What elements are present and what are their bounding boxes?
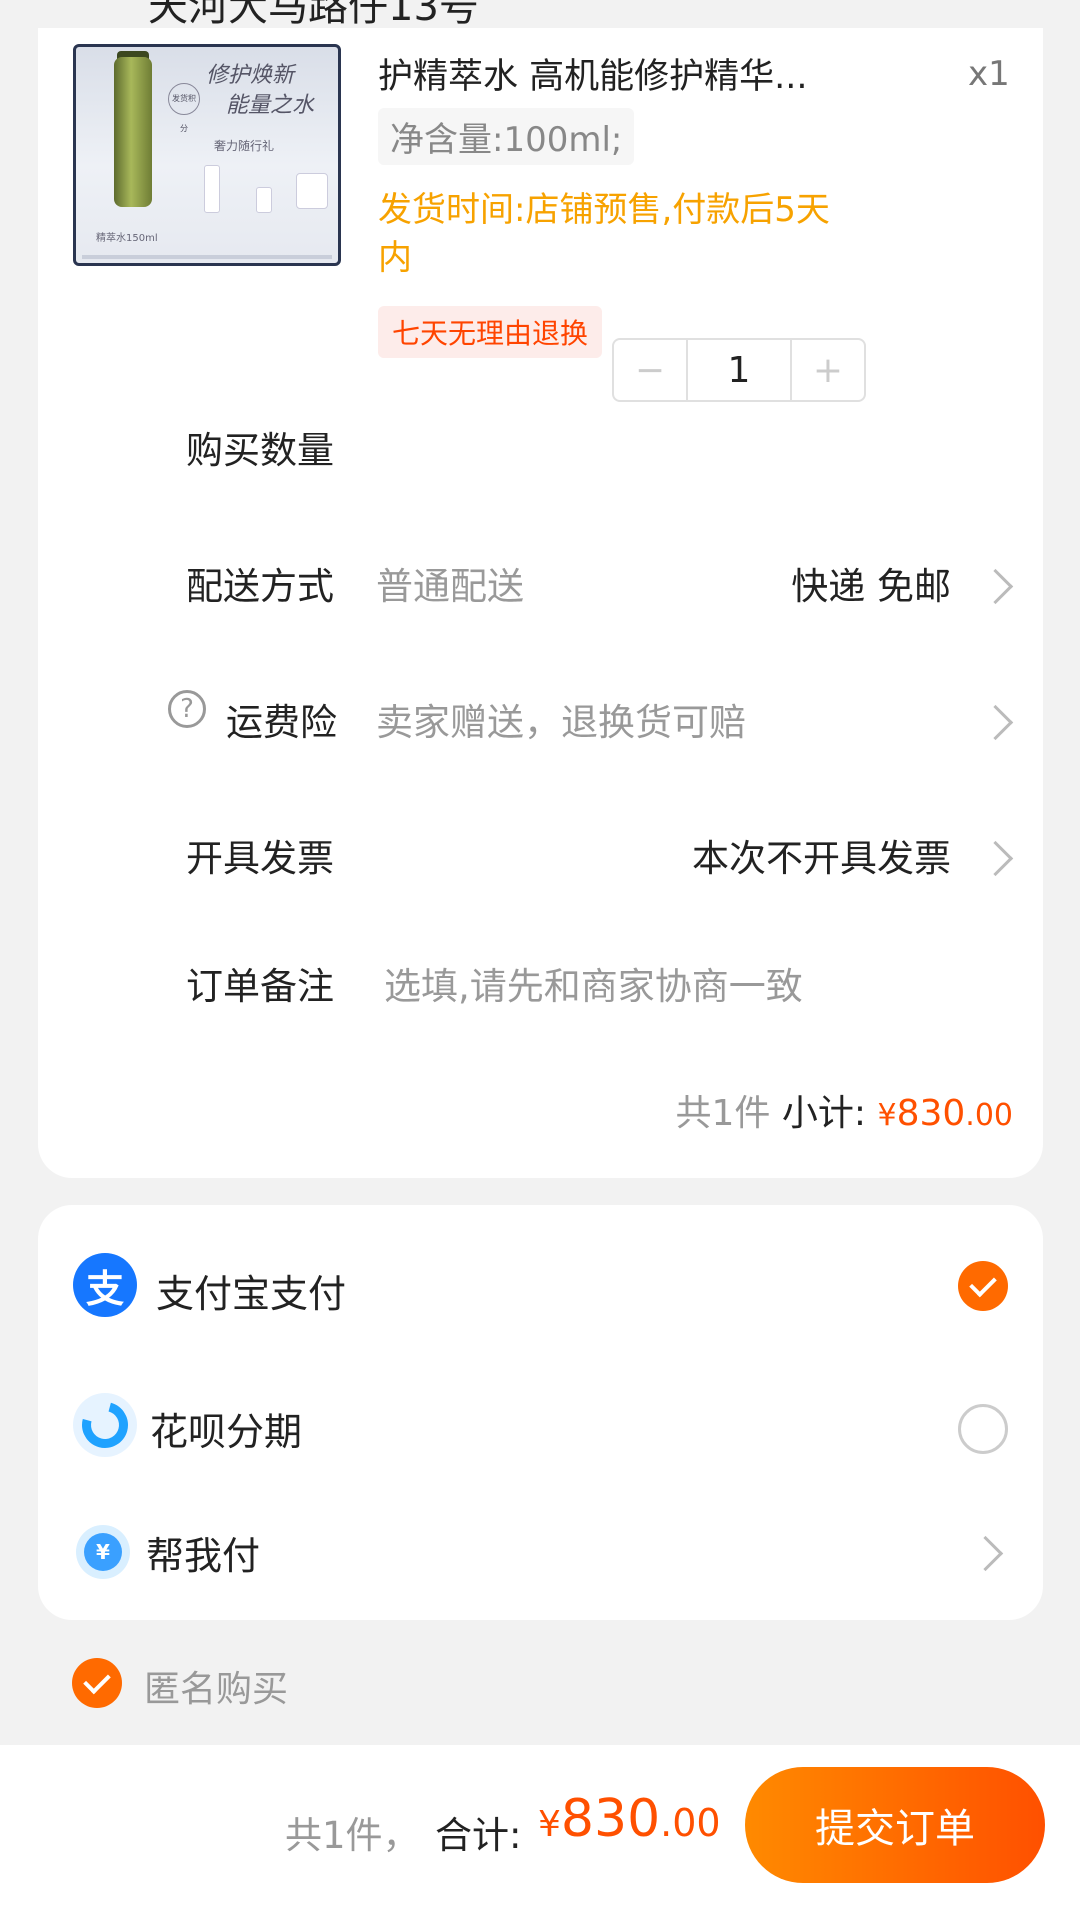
anonymous-label[interactable]: 匿名购买 xyxy=(144,1660,288,1712)
increment-button[interactable]: + xyxy=(792,340,864,400)
help-pay-icon: ¥ xyxy=(76,1525,130,1579)
product-quantity: x1 xyxy=(968,54,1010,94)
alipay-icon: 支 xyxy=(73,1253,137,1317)
order-card: 发货积分 修护焕新 能量之水 奢力随行礼 精萃水150ml 护精萃水 高机能修护… xyxy=(38,28,1043,1178)
note-label: 订单备注 xyxy=(186,965,334,1008)
total-count: 共1件， xyxy=(285,1814,420,1857)
helppay-label: 帮我付 xyxy=(146,1534,261,1578)
chevron-right-icon xyxy=(977,840,1014,877)
help-icon[interactable]: ? xyxy=(168,690,206,728)
product-title[interactable]: 护精萃水 高机能修护精华... xyxy=(378,48,898,99)
chevron-right-icon xyxy=(967,1535,1004,1572)
delivery-value: 普通配送 xyxy=(376,565,524,608)
return-policy-tag: 七天无理由退换 xyxy=(378,306,603,358)
chevron-right-icon xyxy=(977,704,1014,741)
payment-card: 支 支付宝支付 花呗分期 ¥ 帮我付 xyxy=(38,1205,1043,1620)
huabei-ring-shape xyxy=(73,1393,137,1457)
delivery-label: 配送方式 xyxy=(186,565,334,608)
image-gift-label: 奢力随行礼 xyxy=(214,139,275,153)
total-cents: .00 xyxy=(660,1801,721,1845)
bottle-shape xyxy=(114,57,152,207)
subtotal-int: 830 xyxy=(896,1093,966,1134)
submit-order-button[interactable]: 提交订单 xyxy=(745,1767,1045,1883)
invoice-label: 开具发票 xyxy=(186,837,334,880)
total-amount: ¥830.00 xyxy=(538,1789,721,1849)
image-badge: 发货积分 xyxy=(168,83,200,133)
subtotal-amount: ¥830.00 xyxy=(877,1093,1013,1134)
image-slogan-1: 修护焕新 xyxy=(206,63,295,88)
huabei-label: 花呗分期 xyxy=(150,1410,303,1454)
yen-icon: ¥ xyxy=(84,1533,122,1571)
order-note-input[interactable]: 选填,请先和商家协商一致 xyxy=(384,956,803,1010)
quantity-value[interactable]: 1 xyxy=(686,340,792,400)
image-fineprint xyxy=(82,255,332,259)
mini-product-3 xyxy=(296,173,328,209)
product-image[interactable]: 发货积分 修护焕新 能量之水 奢力随行礼 精萃水150ml xyxy=(73,44,341,266)
ship-time-notice: 发货时间:店铺预售,付款后5天内 xyxy=(378,190,830,278)
order-confirm-page: 天河大马路仔13号 发货积分 修护焕新 能量之水 奢力随行礼 精萃水150ml … xyxy=(0,0,1080,1905)
total-label: 合计: xyxy=(435,1814,522,1857)
anonymous-checkbox[interactable] xyxy=(72,1658,122,1708)
huabei-radio[interactable] xyxy=(958,1404,1008,1454)
delivery-fee: 快递 免邮 xyxy=(791,565,951,608)
subtotal-cents: .00 xyxy=(965,1098,1013,1133)
image-slogan-2: 能量之水 xyxy=(226,93,315,118)
total-int: 830 xyxy=(560,1789,661,1849)
subtotal-count: 共1件 xyxy=(675,1093,782,1134)
alipay-radio-checked[interactable] xyxy=(958,1261,1008,1311)
decrement-button[interactable]: − xyxy=(614,340,686,400)
invoice-value: 本次不开具发票 xyxy=(692,837,951,880)
chevron-right-icon xyxy=(977,568,1014,605)
check-icon xyxy=(83,1666,111,1694)
mini-product-2 xyxy=(256,187,272,213)
quantity-stepper: − 1 + xyxy=(612,338,866,402)
subtotal-yen: ¥ xyxy=(877,1098,897,1133)
alipay-label: 支付宝支付 xyxy=(156,1272,347,1316)
image-caption: 精萃水150ml xyxy=(96,233,158,244)
insurance-label: 运费险 xyxy=(226,701,337,744)
insurance-value: 卖家赠送，退换货可赔 xyxy=(376,701,746,744)
quantity-label: 购买数量 xyxy=(186,429,334,472)
product-spec: 净含量:100ml; xyxy=(378,108,635,165)
total-yen: ¥ xyxy=(538,1804,561,1845)
check-icon xyxy=(969,1269,997,1297)
mini-product-1 xyxy=(204,165,220,213)
bottom-bar: 共1件， 合计: ¥830.00 提交订单 xyxy=(0,1745,1080,1905)
subtotal-label: 小计: xyxy=(781,1093,878,1134)
subtotal: 共1件 小计: ¥830.00 xyxy=(676,1084,1013,1136)
huabei-icon xyxy=(73,1393,137,1457)
